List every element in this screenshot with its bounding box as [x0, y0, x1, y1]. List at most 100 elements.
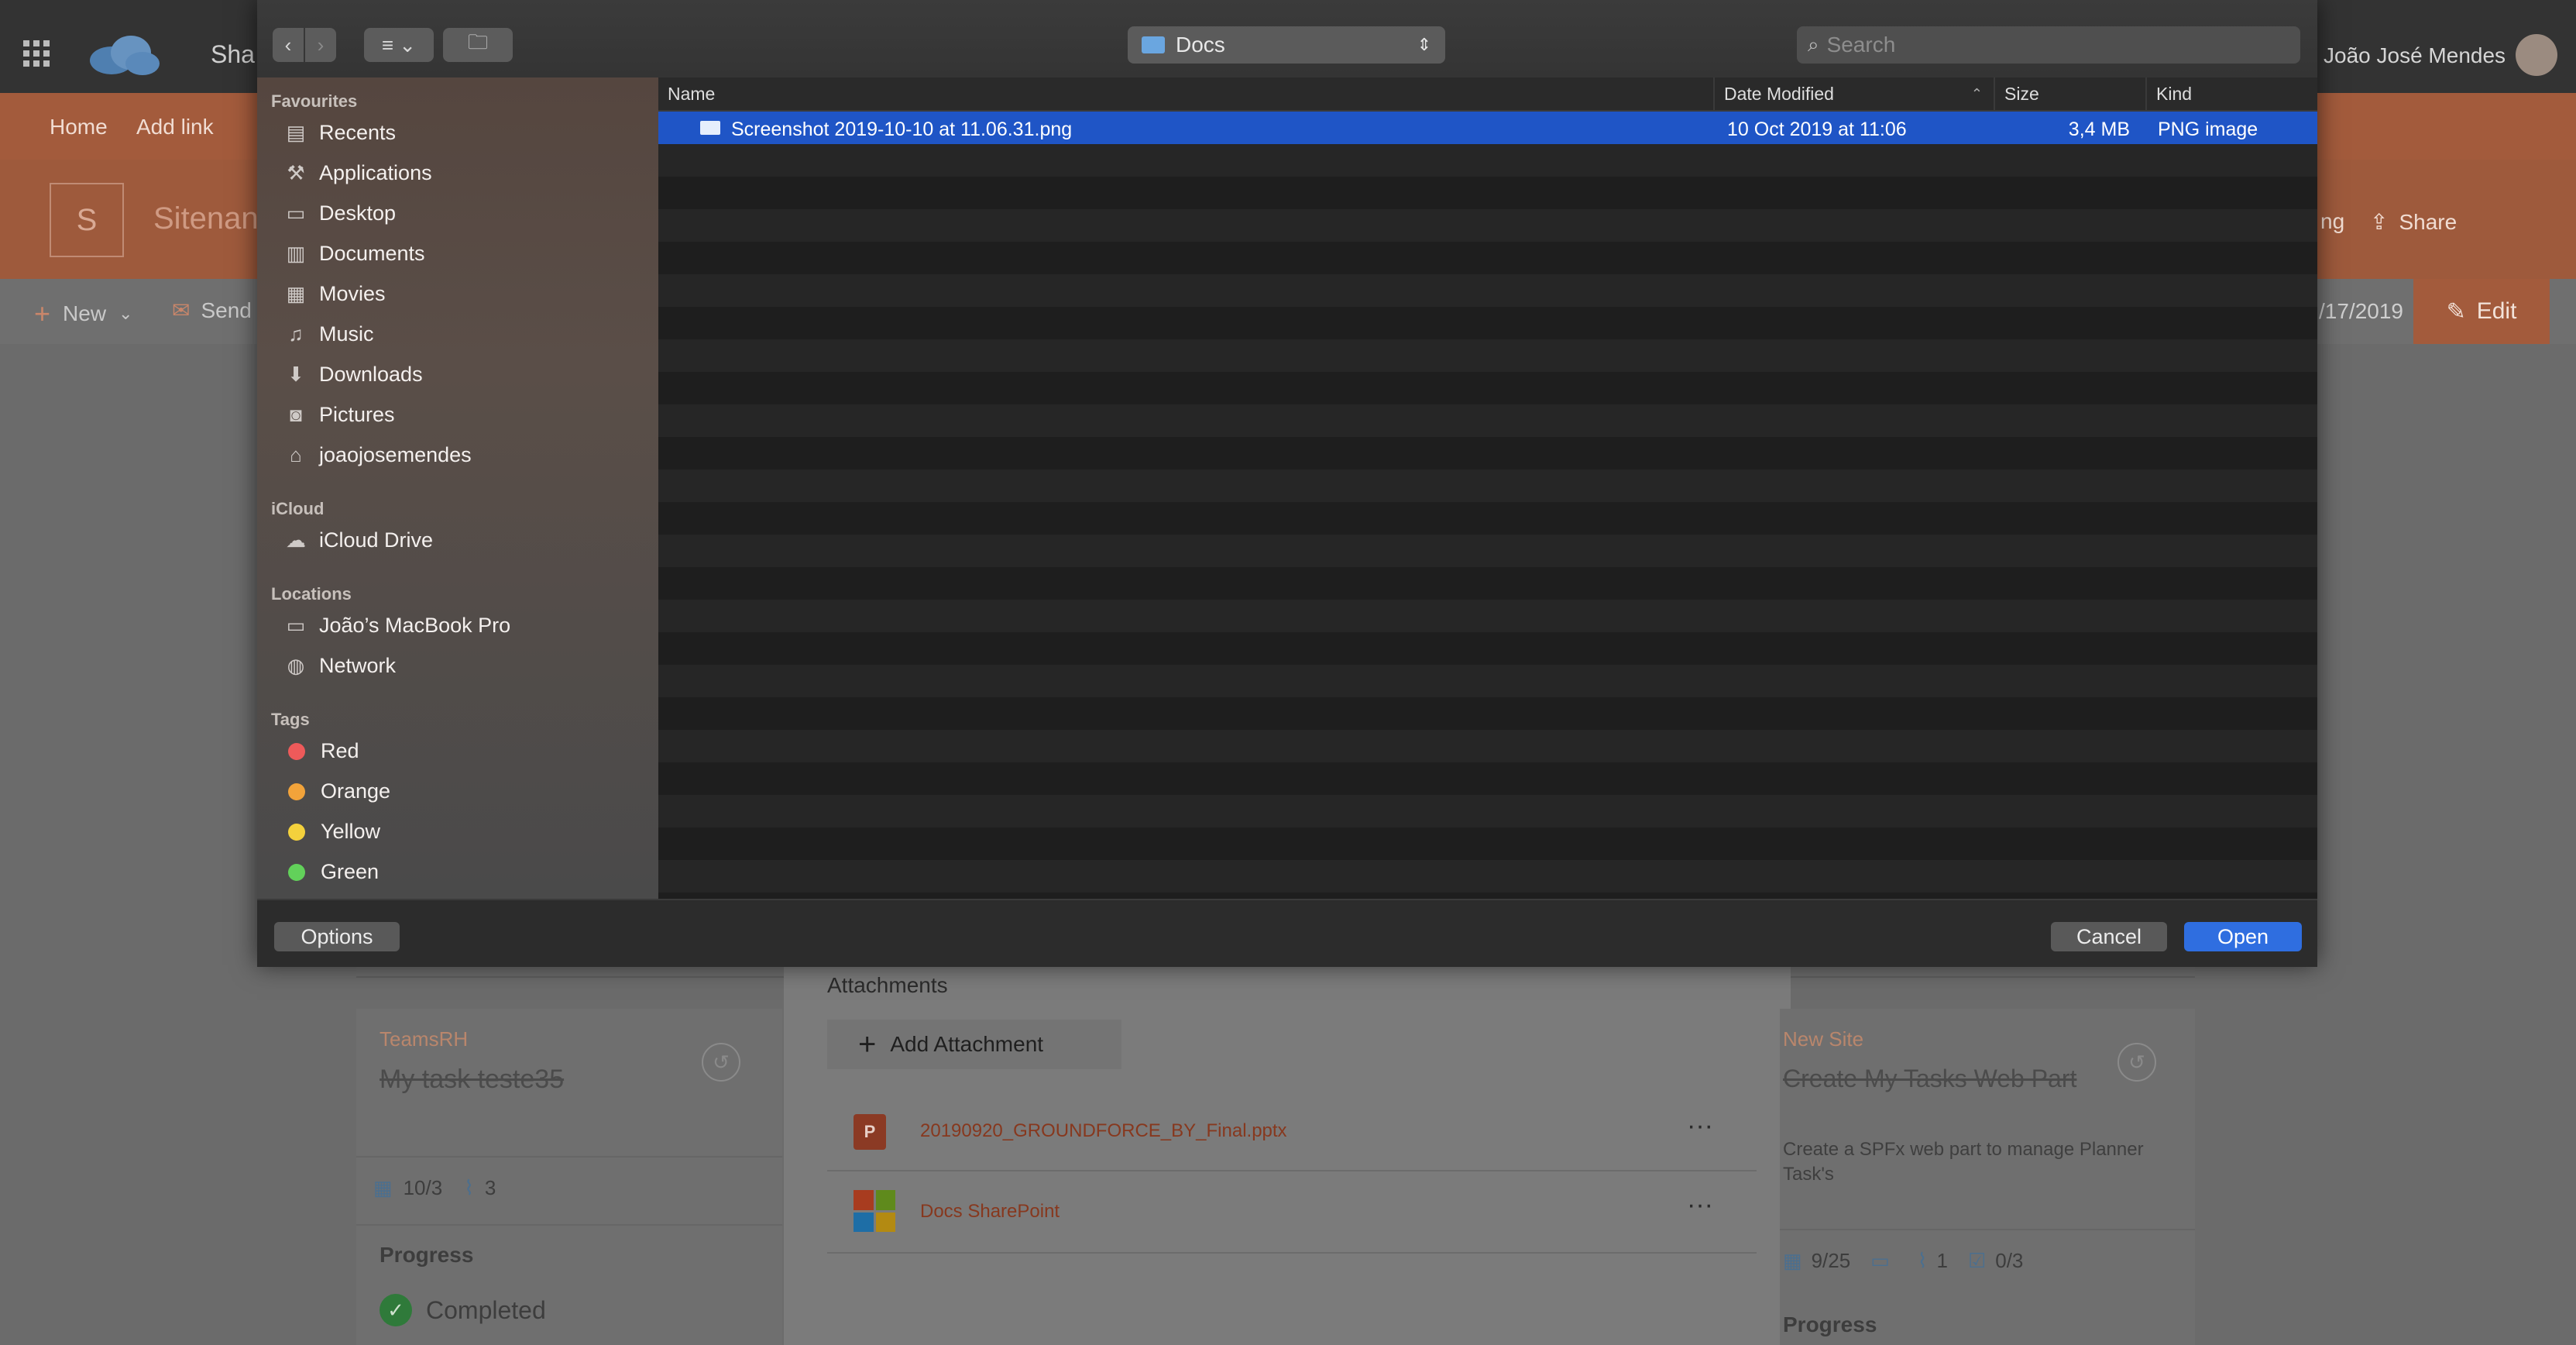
sidebar-item-label: Downloads — [319, 363, 423, 386]
task-group: New Site — [1783, 1027, 1864, 1051]
more-options-icon[interactable]: ··· — [1687, 1190, 1713, 1220]
edit-label: Edit — [2476, 298, 2517, 324]
forward-button[interactable]: › — [305, 28, 336, 62]
downloads-icon: ⬇ — [287, 363, 304, 386]
empty-row — [658, 502, 2317, 535]
orange-tag-icon — [288, 783, 305, 800]
chevron-right-icon: › — [317, 33, 325, 57]
sidebar-item-movies[interactable]: ▦ Movies — [283, 282, 386, 306]
attachment-row[interactable]: P 20190920_GROUNDFORCE_BY_Final.pptx ··· — [827, 1092, 1757, 1171]
paperclip-icon: ⌇ — [1917, 1249, 1928, 1272]
dialog-footer: Options Cancel Open — [257, 899, 2317, 967]
sidebar-item-desktop[interactable]: ▭ Desktop — [283, 201, 396, 225]
sidebar-item-network[interactable]: ◍ Network — [283, 654, 396, 678]
progress-value: Completed — [426, 1295, 546, 1324]
empty-row — [658, 307, 2317, 339]
sidebar-item-macbook[interactable]: ▭ João’s MacBook Pro — [283, 614, 510, 638]
column-size[interactable]: Size — [1995, 77, 2147, 110]
empty-row — [658, 242, 2317, 274]
divider — [356, 1156, 782, 1158]
empty-row — [658, 274, 2317, 307]
empty-row — [658, 209, 2317, 242]
new-button[interactable]: + New ⌄ — [34, 298, 132, 330]
task-card-left[interactable]: TeamsRH My task teste35 ↺ ▦ 10/3 ⌇ 3 Pro… — [356, 1009, 782, 1345]
nav-add-link[interactable]: Add link — [136, 115, 214, 139]
sidebar-item-downloads[interactable]: ⬇ Downloads — [283, 363, 423, 387]
sidebar-item-label: Movies — [319, 282, 386, 305]
app-launcher-icon[interactable] — [23, 40, 50, 67]
nav-home[interactable]: Home — [50, 115, 108, 139]
sidebar-item-recents[interactable]: ▤ Recents — [283, 121, 396, 145]
column-label: Date Modified — [1724, 83, 1834, 104]
column-label: Size — [2004, 83, 2039, 104]
sidebar-item-home[interactable]: ⌂ joaojosemendes — [283, 443, 472, 467]
attachment-name[interactable]: 20190920_GROUNDFORCE_BY_Final.pptx — [920, 1120, 1287, 1142]
sidebar-item-icloud-drive[interactable]: ☁ iCloud Drive — [283, 528, 433, 552]
task-attachments: 3 — [484, 1176, 496, 1199]
task-card-right[interactable]: New Site Create My Tasks Web Part ↺ Crea… — [1780, 1009, 2195, 1345]
sidebar-item-label: Recents — [319, 121, 397, 144]
task-title: Create My Tasks Web Part — [1783, 1065, 2077, 1092]
empty-row — [658, 795, 2317, 827]
send-button[interactable]: ✉ Send — [172, 298, 252, 323]
progress-status: ✓ Completed — [380, 1294, 546, 1326]
column-name[interactable]: Name — [658, 77, 1715, 110]
sidebar-tag-red[interactable]: Red — [283, 739, 359, 763]
undo-icon[interactable]: ↺ — [702, 1043, 740, 1082]
attachment-name[interactable]: Docs SharePoint — [920, 1201, 1060, 1223]
task-date: 9/25 — [1811, 1249, 1851, 1272]
share-icon: ⇪ — [2370, 210, 2389, 234]
column-date-modified[interactable]: Date Modified ⌃ — [1715, 77, 1995, 110]
location-popup[interactable]: Docs ⇕ — [1128, 26, 1445, 64]
sidebar-item-applications[interactable]: ⚒ Applications — [283, 161, 431, 185]
divider — [356, 1224, 782, 1226]
following-label[interactable]: ng — [2320, 209, 2344, 234]
site-name[interactable]: Sitenan — [153, 201, 259, 236]
sidebar-tag-orange[interactable]: Orange — [283, 779, 390, 803]
column-kind[interactable]: Kind — [2147, 77, 2317, 110]
cancel-button[interactable]: Cancel — [2051, 922, 2167, 951]
comment-icon: ▭ — [1870, 1249, 1890, 1272]
search-field[interactable]: ⌕ Search — [1797, 26, 2300, 64]
view-options-button[interactable]: ≡ ⌄ — [364, 28, 434, 62]
folder-icon — [1142, 36, 1165, 53]
task-date: 10/3 — [403, 1176, 443, 1199]
red-tag-icon — [288, 742, 305, 760]
sidebar-item-documents[interactable]: ▥ Documents — [283, 242, 425, 266]
empty-row — [658, 893, 2317, 899]
published-date: /17/2019 — [2319, 299, 2403, 323]
undo-icon[interactable]: ↺ — [2117, 1043, 2156, 1082]
cloud-icon: ☁ — [286, 528, 306, 552]
favourites-heading: Favourites — [271, 91, 358, 111]
file-row-selected[interactable]: Screenshot 2019-10-10 at 11.06.31.png 10… — [658, 112, 2317, 144]
more-options-icon[interactable]: ··· — [1687, 1111, 1713, 1141]
yellow-tag-icon — [288, 823, 305, 841]
sidebar-item-pictures[interactable]: ◙ Pictures — [283, 403, 394, 427]
recents-icon: ▤ — [286, 121, 306, 144]
app-title[interactable]: Sha — [211, 40, 255, 69]
sidebar-tag-green[interactable]: Green — [283, 860, 379, 884]
avatar[interactable] — [2516, 34, 2557, 76]
file-size: 3,4 MB — [2068, 119, 2130, 140]
desktop-icon: ▭ — [286, 201, 306, 225]
share-button[interactable]: ⇪ Share — [2370, 209, 2457, 235]
plus-icon: + — [34, 298, 51, 329]
tags-heading: Tags — [271, 710, 310, 729]
attachment-row[interactable]: Docs SharePoint ··· — [827, 1171, 1757, 1254]
user-name[interactable]: João José Mendes — [2324, 43, 2506, 68]
add-attachment-button[interactable]: + Add Attachment — [827, 1020, 1121, 1069]
back-button[interactable]: ‹ — [273, 28, 304, 62]
sidebar-item-music[interactable]: ♫ Music — [283, 322, 373, 346]
task-checklist: 0/3 — [1995, 1249, 2024, 1272]
empty-row — [658, 437, 2317, 470]
sidebar-tag-yellow[interactable]: Yellow — [283, 820, 380, 844]
sort-ascending-icon: ⌃ — [1970, 85, 1983, 101]
open-label: Open — [2217, 924, 2269, 948]
open-button[interactable]: Open — [2184, 922, 2302, 951]
new-folder-button[interactable]: 🗀 — [443, 28, 513, 62]
music-icon: ♫ — [288, 322, 304, 346]
options-button[interactable]: Options — [274, 922, 400, 951]
file-open-dialog: ‹ › ≡ ⌄ 🗀 Docs ⇕ ⌕ Search Favourites ▤ Re… — [257, 0, 2317, 967]
edit-button[interactable]: ✎ Edit — [2413, 279, 2550, 344]
home-icon: ⌂ — [290, 443, 302, 466]
